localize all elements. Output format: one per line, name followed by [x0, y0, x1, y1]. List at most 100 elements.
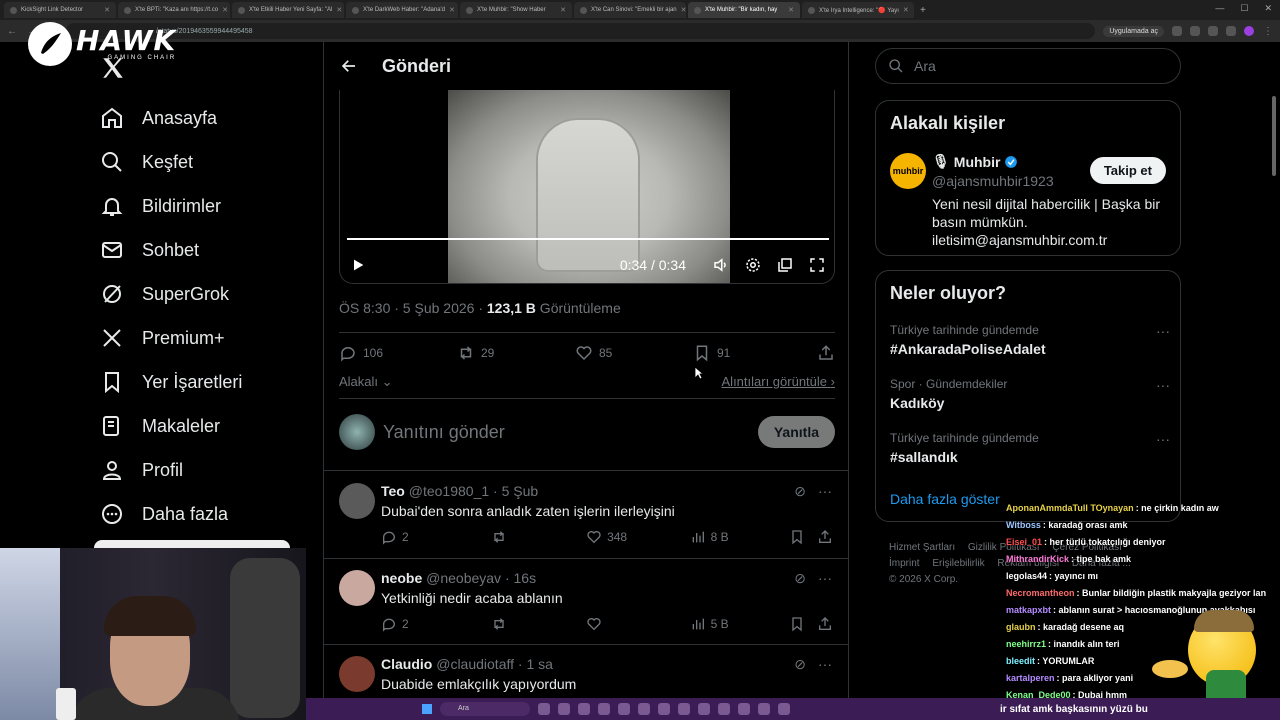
taskbar-search[interactable]: Ara	[440, 702, 530, 716]
footer-link[interactable]: Hizmet Şartları	[889, 542, 955, 553]
scrollbar[interactable]	[1272, 96, 1276, 176]
follow-button[interactable]: Takip et	[1089, 157, 1166, 184]
video-player[interactable]: 0:34 / 0:34	[339, 90, 835, 284]
nav-item-messages[interactable]: Sohbet	[100, 228, 242, 272]
fullscreen-icon[interactable]	[808, 256, 826, 274]
avatar[interactable]	[339, 570, 375, 606]
grok-icon[interactable]: ⊘	[794, 570, 806, 587]
taskbar-app-icon[interactable]	[538, 703, 550, 715]
taskbar-app-icon[interactable]	[578, 703, 590, 715]
more-options-icon[interactable]: ···	[1156, 323, 1170, 339]
new-tab-icon[interactable]: +	[916, 5, 930, 16]
repost-button[interactable]	[491, 529, 587, 545]
url-field[interactable]: /status/2019463559944495458	[66, 23, 1096, 39]
browser-tab-active[interactable]: X'te Muhbir: "Bir kadın, hay ✕	[688, 2, 800, 18]
avatar[interactable]	[339, 656, 375, 692]
more-options-icon[interactable]: ···	[818, 656, 832, 673]
close-icon[interactable]: ✕	[560, 6, 566, 14]
bookmark-button[interactable]	[789, 529, 817, 545]
taskbar-app-icon[interactable]	[618, 703, 630, 715]
taskbar-app-icon[interactable]	[558, 703, 570, 715]
x-logo-icon[interactable]	[100, 55, 126, 81]
reply-author[interactable]: Claudio	[381, 656, 432, 672]
share-button[interactable]	[817, 616, 833, 632]
reply-button[interactable]: 106	[339, 344, 457, 362]
close-icon[interactable]: ✕	[681, 6, 686, 14]
search-input[interactable]: Ara	[875, 48, 1181, 84]
trend-item[interactable]: Spor · Gündemdekiler Kadıköy ···	[890, 377, 1170, 411]
reply-button[interactable]: 2	[381, 616, 491, 632]
close-window-icon[interactable]: ✕	[1264, 3, 1272, 14]
browser-tab[interactable]: X'te Muhbir: "Show Haber ✕	[460, 2, 572, 18]
nav-item-notifications[interactable]: Bildirimler	[100, 184, 242, 228]
footer-link[interactable]: İmprint	[889, 558, 920, 569]
video-progress-bar[interactable]	[347, 238, 829, 240]
nav-item-home[interactable]: Anasayfa	[100, 96, 242, 140]
more-options-icon[interactable]: ···	[818, 483, 832, 500]
nav-item-bookmarks[interactable]: Yer İşaretleri	[100, 360, 242, 404]
person-name-row[interactable]: 🎙 Muhbir	[932, 153, 1018, 170]
grok-icon[interactable]: ⊘	[794, 656, 806, 673]
repost-button[interactable]: 29	[457, 344, 575, 362]
more-options-icon[interactable]: ···	[818, 570, 832, 587]
profile-avatar[interactable]	[1244, 26, 1254, 36]
menu-icon[interactable]: ⋮	[1262, 26, 1274, 37]
taskbar-app-icon[interactable]	[698, 703, 710, 715]
maximize-icon[interactable]: ☐	[1240, 3, 1248, 14]
download-icon[interactable]	[1226, 26, 1236, 36]
reply-author[interactable]: neobe	[381, 570, 422, 586]
taskbar-app-icon[interactable]	[638, 703, 650, 715]
share-button[interactable]	[817, 529, 833, 545]
close-icon[interactable]: ✕	[903, 6, 909, 14]
taskbar-app-icon[interactable]	[658, 703, 670, 715]
close-icon[interactable]: ✕	[222, 6, 228, 14]
open-in-app-button[interactable]: Uygulamada aç	[1103, 25, 1164, 37]
pip-icon[interactable]	[776, 256, 794, 274]
star-icon[interactable]	[1190, 26, 1200, 36]
nav-item-supergrok[interactable]: SuperGrok	[100, 272, 242, 316]
trend-item[interactable]: Türkiye tarihinde gündemde #AnkaradaPoli…	[890, 323, 1170, 357]
close-icon[interactable]: ✕	[449, 6, 455, 14]
volume-icon[interactable]	[712, 256, 730, 274]
back-icon[interactable]: ←	[6, 26, 18, 37]
play-icon[interactable]	[350, 257, 366, 273]
relevance-dropdown[interactable]: Alakalı ⌄	[339, 374, 393, 390]
reply-submit-button[interactable]: Yanıtla	[757, 416, 835, 448]
taskbar-app-icon[interactable]	[758, 703, 770, 715]
browser-tab[interactable]: X'te Irya Intelligence: "🔴 Yayı ✕	[802, 2, 914, 18]
nav-item-more[interactable]: Daha fazla	[100, 492, 242, 536]
reply-button[interactable]: 2	[381, 529, 491, 545]
taskbar-app-icon[interactable]	[718, 703, 730, 715]
taskbar-app-icon[interactable]	[738, 703, 750, 715]
browser-tab[interactable]: X'te DarkWeb Haber: "Adana'd ✕	[346, 2, 458, 18]
like-button[interactable]: 85	[575, 344, 693, 362]
trend-item[interactable]: Türkiye tarihinde gündemde #sallandık ··…	[890, 431, 1170, 465]
taskbar-app-icon[interactable]	[778, 703, 790, 715]
views-button[interactable]: 8 B	[690, 529, 790, 545]
avatar[interactable]	[339, 483, 375, 519]
repost-button[interactable]	[491, 616, 587, 632]
close-icon[interactable]: ✕	[104, 6, 110, 14]
browser-tab[interactable]: X'te BPTi: "Kaza anı https://t.co ✕	[118, 2, 230, 18]
show-more-link[interactable]: Daha fazla göster	[890, 491, 1000, 507]
reply-author[interactable]: Teo	[381, 483, 405, 499]
view-quotes-link[interactable]: Alıntıları görüntüle ›	[722, 374, 835, 390]
taskbar-app-icon[interactable]	[678, 703, 690, 715]
like-button[interactable]	[586, 616, 690, 632]
nav-item-explore[interactable]: Keşfet	[100, 140, 242, 184]
zoom-icon[interactable]	[1172, 26, 1182, 36]
taskbar-app-icon[interactable]	[598, 703, 610, 715]
footer-link[interactable]: Erişilebilirlik	[932, 558, 984, 569]
reply-input[interactable]: Yanıtını gönder	[383, 422, 505, 443]
browser-tab[interactable]: X'te Can Sinovi: "Emekli bir ajan ✕	[574, 2, 686, 18]
post-timestamp[interactable]: ÖS 8:30 · 5 Şub 2026 ·	[339, 300, 487, 316]
more-options-icon[interactable]: ···	[1156, 377, 1170, 393]
views-button[interactable]: 5 B	[690, 616, 790, 632]
more-options-icon[interactable]: ···	[1156, 431, 1170, 447]
share-icon[interactable]	[817, 344, 835, 362]
close-icon[interactable]: ✕	[788, 6, 794, 14]
minimize-icon[interactable]: —	[1215, 3, 1224, 14]
windows-start-icon[interactable]	[422, 704, 432, 714]
bookmark-button[interactable]: 91	[693, 344, 811, 362]
bookmark-button[interactable]	[789, 616, 817, 632]
